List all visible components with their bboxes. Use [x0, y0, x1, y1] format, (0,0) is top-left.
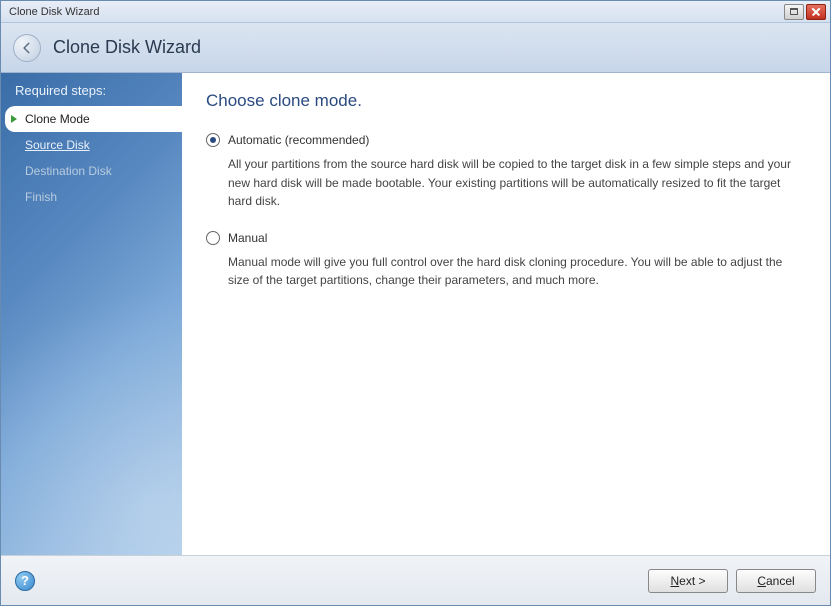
next-underline: N — [670, 574, 679, 588]
option-manual-desc: Manual mode will give you full control o… — [206, 253, 806, 290]
option-manual-label: Manual — [228, 231, 267, 245]
body: Required steps: Clone Mode Source Disk D… — [1, 73, 830, 555]
step-label: Finish — [25, 190, 57, 204]
back-button[interactable] — [13, 34, 41, 62]
footer: ? Next > Cancel — [1, 555, 830, 605]
step-label: Destination Disk — [25, 164, 112, 178]
option-manual-row[interactable]: Manual — [206, 231, 806, 245]
header-bar: Clone Disk Wizard — [1, 23, 830, 73]
help-icon[interactable]: ? — [15, 571, 35, 591]
step-label: Source Disk — [25, 138, 90, 152]
option-automatic: Automatic (recommended) All your partiti… — [206, 133, 806, 211]
window-title: Clone Disk Wizard — [9, 6, 784, 18]
main-panel: Choose clone mode. Automatic (recommende… — [182, 73, 830, 555]
wizard-window: Clone Disk Wizard Clone Disk Wizard Requ… — [0, 0, 831, 606]
step-source-disk[interactable]: Source Disk — [1, 132, 182, 158]
sidebar-header: Required steps: — [1, 73, 182, 106]
back-arrow-icon — [20, 41, 34, 55]
sidebar: Required steps: Clone Mode Source Disk D… — [1, 73, 182, 555]
close-button[interactable] — [806, 4, 826, 20]
page-title: Choose clone mode. — [206, 91, 806, 111]
step-finish: Finish — [1, 184, 182, 210]
cancel-button[interactable]: Cancel — [736, 569, 816, 593]
radio-manual[interactable] — [206, 231, 220, 245]
cancel-underline: C — [757, 574, 766, 588]
next-rest: ext > — [679, 574, 705, 588]
option-automatic-desc: All your partitions from the source hard… — [206, 155, 806, 211]
cancel-rest: ancel — [766, 574, 795, 588]
option-automatic-row[interactable]: Automatic (recommended) — [206, 133, 806, 147]
window-controls — [784, 4, 826, 20]
step-clone-mode[interactable]: Clone Mode — [5, 106, 182, 132]
step-label: Clone Mode — [25, 112, 90, 126]
next-button[interactable]: Next > — [648, 569, 728, 593]
option-automatic-label: Automatic (recommended) — [228, 133, 369, 147]
maximize-button[interactable] — [784, 4, 804, 20]
titlebar: Clone Disk Wizard — [1, 1, 830, 23]
radio-automatic[interactable] — [206, 133, 220, 147]
step-destination-disk: Destination Disk — [1, 158, 182, 184]
option-manual: Manual Manual mode will give you full co… — [206, 231, 806, 290]
header-title: Clone Disk Wizard — [53, 37, 201, 58]
